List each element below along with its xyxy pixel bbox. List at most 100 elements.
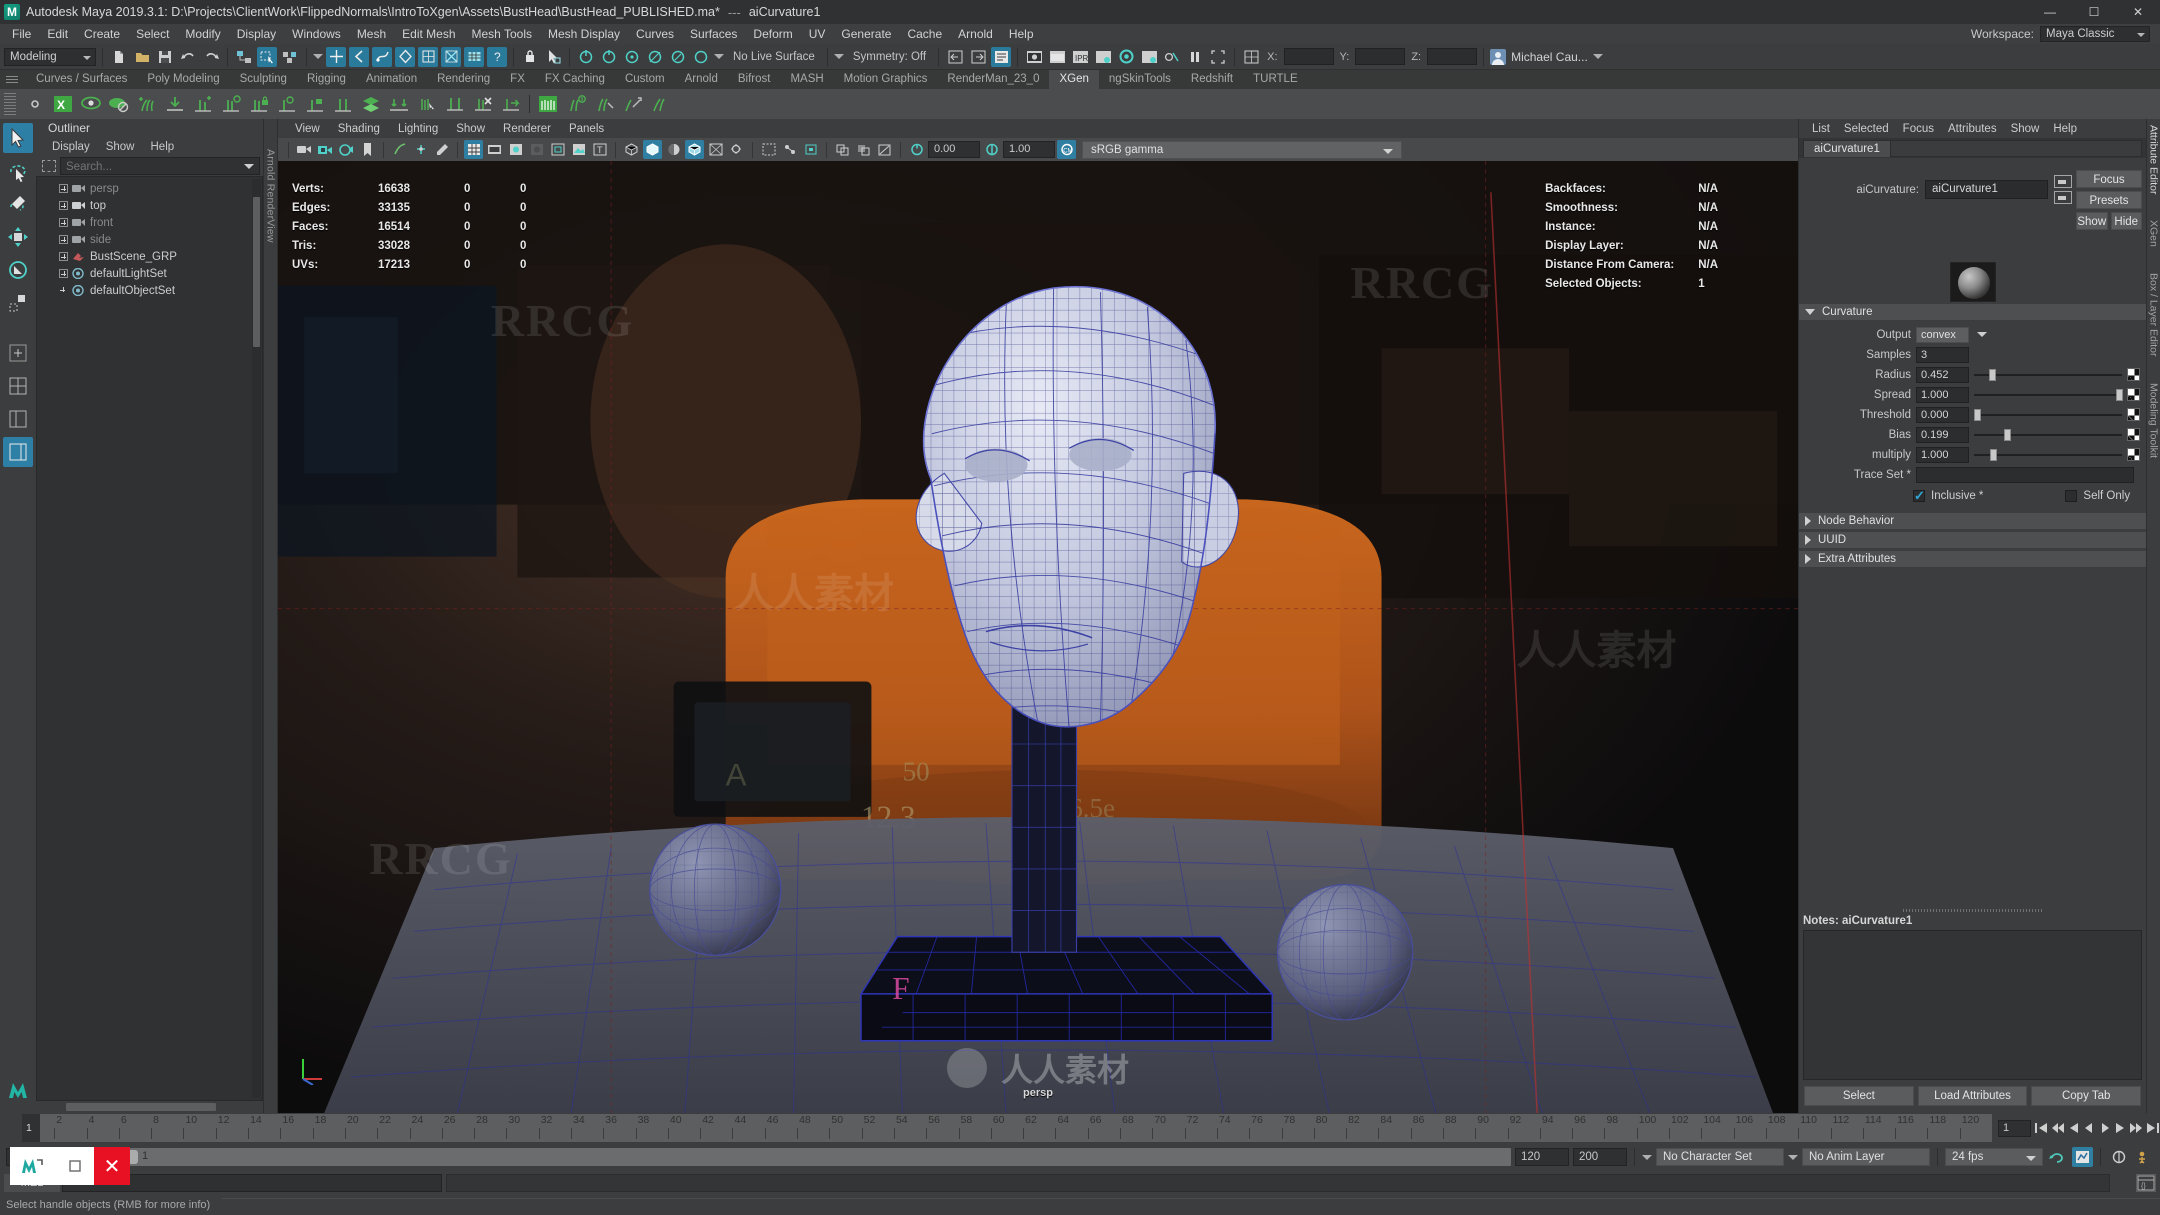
menu-deform[interactable]: Deform: [745, 24, 800, 44]
ae-menu-show[interactable]: Show: [2004, 123, 2047, 135]
threshold-input[interactable]: 0.000: [1916, 406, 1969, 423]
bias-slider[interactable]: [1974, 427, 2122, 443]
shelf-tab-renderman[interactable]: RenderMan_23_0: [937, 70, 1049, 89]
new-scene-icon[interactable]: [109, 47, 129, 67]
expand-icon[interactable]: [59, 269, 68, 278]
user-account-menu[interactable]: Michael Cau...: [1490, 48, 1603, 65]
xgen-select-guides-icon[interactable]: [414, 92, 440, 116]
playback-start-input[interactable]: 1: [1998, 1119, 2031, 1137]
grid-toggle-icon[interactable]: [411, 140, 430, 159]
go-to-input-icon[interactable]: [2054, 175, 2072, 188]
xgen-convert-icon[interactable]: [498, 92, 524, 116]
radius-slider[interactable]: [1974, 367, 2122, 383]
character-set-select[interactable]: No Character Set: [1656, 1148, 1784, 1166]
snap-projected-icon[interactable]: [645, 47, 665, 67]
menu-arnold[interactable]: Arnold: [950, 24, 1001, 44]
search-input[interactable]: [61, 159, 259, 175]
xgen-delete-guide-icon[interactable]: [470, 92, 496, 116]
menu-cache[interactable]: Cache: [899, 24, 950, 44]
xgen-export-icon[interactable]: [162, 92, 188, 116]
xgen-straighten-icon[interactable]: [442, 92, 468, 116]
outliner-vertical-scrollbar[interactable]: [252, 179, 261, 1098]
menu-edit[interactable]: Edit: [39, 24, 76, 44]
search-filter-icon[interactable]: [42, 160, 56, 172]
play-forwards-icon[interactable]: [2098, 1118, 2110, 1138]
menu-modify[interactable]: Modify: [177, 24, 228, 44]
render-view-icon[interactable]: [1139, 47, 1159, 67]
outliner-item-bustscene-grp[interactable]: BustScene_GRP: [37, 248, 262, 265]
time-slider[interactable]: 1 2 4 6 8 10 12 14 16 18 20 22 24 26 28 30 32 34 36 38 40 42…: [22, 1114, 1992, 1142]
menu-select[interactable]: Select: [128, 24, 177, 44]
light-editor-icon[interactable]: [1162, 47, 1182, 67]
persp-ae-layout-button[interactable]: [3, 437, 33, 467]
z-coord-input[interactable]: [1427, 48, 1478, 65]
auto-key-loop-icon[interactable]: [2047, 1147, 2068, 1167]
step-forward-key-icon[interactable]: [2129, 1118, 2143, 1138]
outliner-item-persp[interactable]: persp: [37, 180, 262, 197]
select-curves-icon[interactable]: [372, 46, 392, 67]
menu-mesh-tools[interactable]: Mesh Tools: [464, 24, 540, 44]
snap-grid-icon[interactable]: [576, 47, 596, 67]
taskbar-close-button[interactable]: ✕: [94, 1147, 130, 1185]
xgen-freeze-icon[interactable]: [274, 92, 300, 116]
paint-select-tool-button[interactable]: [3, 189, 33, 219]
select-tool-icon[interactable]: [543, 47, 563, 67]
viewport-menu-shading[interactable]: Shading: [329, 123, 389, 135]
threshold-slider[interactable]: [1974, 407, 2122, 423]
focus-button[interactable]: Focus: [2076, 170, 2142, 188]
xgen-guide-lock2-icon[interactable]: [302, 92, 328, 116]
xgen-preview-icon[interactable]: [78, 92, 104, 116]
connection-checker-icon[interactable]: [2127, 448, 2140, 461]
shelf-tab-curves-surfaces[interactable]: Curves / Surfaces: [26, 70, 137, 89]
shelf-tab-motion-graphics[interactable]: Motion Graphics: [834, 70, 938, 89]
spread-slider[interactable]: [1974, 387, 2124, 403]
step-back-key-icon[interactable]: [2051, 1118, 2065, 1138]
outliner-item-front[interactable]: front: [37, 214, 262, 231]
shelf-tab-ngskintools[interactable]: ngSkinTools: [1099, 70, 1181, 89]
menu-windows[interactable]: Windows: [284, 24, 349, 44]
exposure-gate-icon[interactable]: [548, 140, 567, 159]
color-management-icon[interactable]: CM: [1057, 140, 1076, 159]
shelf-tab-animation[interactable]: Animation: [356, 70, 427, 89]
chevron-down-icon[interactable]: [1977, 332, 1987, 337]
viewport-menu-show[interactable]: Show: [447, 123, 494, 135]
open-scene-icon[interactable]: [132, 47, 152, 67]
shelf-tab-arnold[interactable]: Arnold: [675, 70, 728, 89]
mask-dropdown-arrow-icon[interactable]: [313, 54, 323, 59]
expand-icon[interactable]: [59, 184, 68, 193]
slider-knob[interactable]: [1990, 448, 1998, 461]
connection-checker-icon[interactable]: [2127, 408, 2140, 421]
viewport-menu-renderer[interactable]: Renderer: [494, 123, 560, 135]
maximize-button[interactable]: ☐: [2072, 0, 2116, 24]
outliner-menu-help[interactable]: Help: [143, 141, 183, 153]
taskbar-maya-icon[interactable]: [10, 1147, 56, 1185]
anim-end-input[interactable]: 200: [1573, 1148, 1627, 1166]
connection-checker-icon[interactable]: [2127, 368, 2140, 381]
lock-camera-icon[interactable]: [316, 140, 335, 159]
pencil-icon[interactable]: [432, 140, 451, 159]
select-handles-icon[interactable]: [326, 46, 346, 67]
select-deformers-icon[interactable]: [418, 46, 438, 67]
xgen-grooming-icon[interactable]: [535, 92, 561, 116]
xgen-mirror-icon[interactable]: [330, 92, 356, 116]
radius-input[interactable]: 0.452: [1916, 366, 1969, 383]
shelf-settings-gear-icon[interactable]: [22, 92, 48, 116]
shelf-tab-poly-modeling[interactable]: Poly Modeling: [137, 70, 229, 89]
script-editor-icon[interactable]: {}: [2136, 1174, 2156, 1192]
show-sidebar-right-icon[interactable]: [968, 47, 988, 67]
view-transform-a-icon[interactable]: [833, 140, 852, 159]
xgen-noise-icon[interactable]: [619, 92, 645, 116]
ae-menu-selected[interactable]: Selected: [1837, 123, 1896, 135]
bookmark-icon[interactable]: [358, 140, 377, 159]
smooth-shade-selected-icon[interactable]: [664, 140, 683, 159]
hypershade-icon[interactable]: [1116, 47, 1136, 67]
xgen-add-clump-icon[interactable]: [134, 92, 160, 116]
expand-icon[interactable]: [59, 252, 68, 261]
step-forward-frame-icon[interactable]: [2114, 1118, 2126, 1138]
snap-point-icon[interactable]: [622, 47, 642, 67]
shelf-grip-handle[interactable]: [6, 76, 18, 83]
gamma-input[interactable]: 1.00: [1003, 141, 1055, 158]
shelf-tab-fx[interactable]: FX: [500, 70, 535, 89]
tab-arnold-renderview[interactable]: Arnold RenderView: [265, 149, 277, 243]
trace-set-input[interactable]: [1916, 466, 2134, 483]
